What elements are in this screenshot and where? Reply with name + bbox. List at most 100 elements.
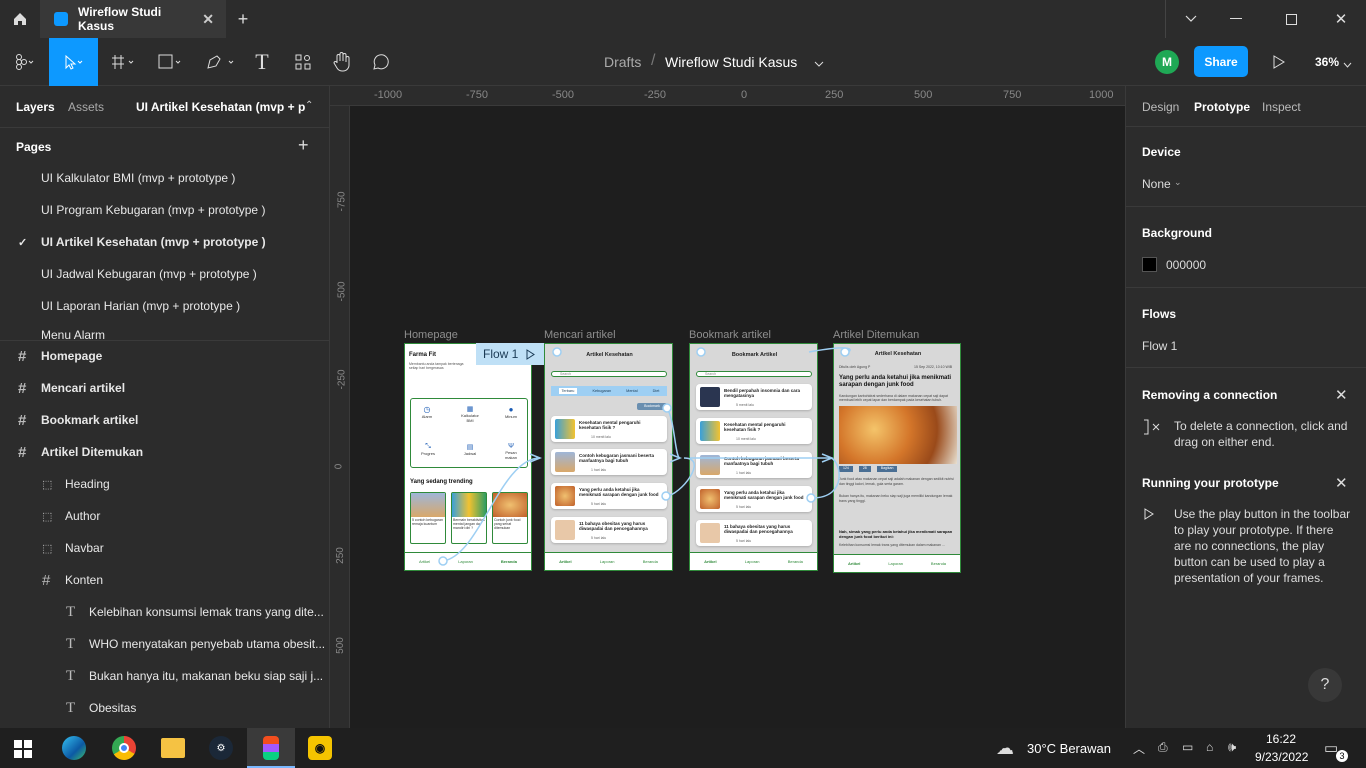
page-item[interactable]: UI Jadwal Kebugaran (mvp + prototype ) <box>0 258 329 290</box>
help-button[interactable]: ? <box>1308 668 1342 702</box>
play-icon <box>1144 508 1154 523</box>
page-item[interactable]: Menu Alarm <box>0 322 329 342</box>
tray-chevron-icon[interactable]: ︿ <box>1133 740 1145 757</box>
text-layer-icon: T <box>66 667 76 684</box>
tab-assets[interactable]: Assets <box>68 100 104 114</box>
text-layer-icon: T <box>66 635 76 652</box>
taskbar: ⚙ ◉ ☁ 30°C Berawan ︿ ⎙ ▭ ⌂ 🕪 16:22 9/23/… <box>0 728 1366 768</box>
layer-label: Artikel Ditemukan <box>41 445 144 459</box>
layer-text[interactable]: T Obesitas <box>0 692 329 724</box>
page-item-label: UI Artikel Kesehatan (mvp + prototype ) <box>41 235 266 249</box>
camera-icon[interactable]: ⎙ <box>1158 740 1168 755</box>
resources-icon[interactable] <box>291 50 315 74</box>
main-menu-icon[interactable] <box>10 50 40 74</box>
shape-tool-icon[interactable] <box>155 50 187 74</box>
layer-frame-konten[interactable]: # Konten <box>0 564 329 596</box>
zoom-chevron-icon[interactable] <box>1343 58 1352 72</box>
page-item[interactable]: UI Kalkulator BMI (mvp + prototype ) <box>0 162 329 194</box>
move-tool-icon[interactable] <box>49 38 98 86</box>
layer-frame-bookmark[interactable]: # Bookmark artikel <box>0 404 329 436</box>
tip-text: To delete a connection, click and drag o… <box>1174 419 1348 449</box>
avatar[interactable]: M <box>1155 50 1179 74</box>
share-button[interactable]: Share <box>1194 46 1248 77</box>
home-icon[interactable] <box>8 8 32 30</box>
layer-text[interactable]: T WHO menyatakan penyebab utama obesit... <box>0 628 329 660</box>
divider <box>0 127 329 128</box>
page-selector[interactable]: UI Artikel Kesehatan (mvp + p... <box>136 100 306 114</box>
breadcrumb-separator: / <box>651 52 656 69</box>
page-item[interactable]: UI Laporan Harian (mvp + prototype ) <box>0 290 329 322</box>
device-chevron-icon[interactable]: ⌄ <box>1174 177 1182 188</box>
maximize-icon[interactable] <box>1280 8 1302 30</box>
new-tab-icon[interactable]: + <box>232 8 254 30</box>
minimize-icon[interactable] <box>1225 8 1247 30</box>
layer-frame-homepage[interactable]: # Homepage <box>0 340 329 372</box>
canvas[interactable]: -1000 -750 -500 -250 0 250 500 750 1000 … <box>330 86 1125 728</box>
text-tool-icon[interactable]: T <box>250 49 274 74</box>
layer-label: Homepage <box>41 349 103 363</box>
device-select[interactable]: None <box>1142 177 1171 191</box>
layer-frame-artikel[interactable]: # Artikel Ditemukan <box>0 436 329 468</box>
close-tab-icon[interactable]: ✕ <box>202 11 214 28</box>
layer-text[interactable]: T Kelebihan konsumsi lemak trans yang dit… <box>0 596 329 628</box>
layer-group-heading[interactable]: ⬚ Heading <box>0 468 329 500</box>
tab-prototype[interactable]: Prototype <box>1194 100 1250 114</box>
layer-label: WHO menyatakan penyebab utama obesit... <box>89 637 326 651</box>
edge-browser-icon[interactable] <box>62 736 86 760</box>
figma-taskbar-item[interactable] <box>247 728 295 768</box>
layer-label: Bukan hanya itu, makanan beku siap saji … <box>89 669 324 683</box>
battery-icon[interactable]: ▭ <box>1182 740 1193 754</box>
connection-handle <box>840 347 850 357</box>
notification-badge: 3 <box>1336 750 1348 762</box>
file-tab-title: Wireflow Studi Kasus <box>78 5 162 33</box>
close-window-icon[interactable]: ✕ <box>1330 8 1352 30</box>
tab-layers[interactable]: Layers <box>16 100 55 114</box>
chevron-down-icon[interactable] <box>1180 8 1202 30</box>
connection-handle <box>662 403 672 413</box>
breadcrumb-drafts[interactable]: Drafts <box>604 54 641 70</box>
comment-tool-icon[interactable] <box>369 50 393 74</box>
properties-panel: Design Prototype Inspect Device None ⌄ B… <box>1125 86 1366 728</box>
close-tip-icon[interactable]: ✕ <box>1335 386 1348 404</box>
file-menu-chevron-icon[interactable] <box>814 57 824 71</box>
clock-time[interactable]: 16:22 <box>1266 732 1296 746</box>
zoom-level[interactable]: 36% <box>1315 55 1339 69</box>
tip-removing-connection: Removing a connection ✕ To delete a conn… <box>1126 368 1366 456</box>
file-tab[interactable]: Wireflow Studi Kasus ✕ <box>40 0 226 38</box>
hand-tool-icon[interactable] <box>330 50 354 74</box>
prototype-connections[interactable] <box>330 86 1125 728</box>
flow-item[interactable]: Flow 1 <box>1142 339 1177 353</box>
volume-icon[interactable]: 🕪 <box>1228 739 1236 755</box>
background-swatch[interactable] <box>1142 257 1157 272</box>
page-item-label: UI Jadwal Kebugaran (mvp + prototype ) <box>41 267 257 281</box>
layer-group-navbar[interactable]: ⬚ Navbar <box>0 532 329 564</box>
windows-start-icon[interactable] <box>14 740 32 761</box>
layer-frame-mencari[interactable]: # Mencari artikel <box>0 372 329 404</box>
layer-label: Heading <box>65 477 110 491</box>
weather-text[interactable]: 30°C Berawan <box>1027 741 1111 756</box>
close-tip-icon[interactable]: ✕ <box>1335 474 1348 492</box>
file-name[interactable]: Wireflow Studi Kasus <box>665 54 797 70</box>
steam-icon[interactable]: ⚙ <box>209 736 233 760</box>
present-play-icon[interactable] <box>1268 51 1290 73</box>
network-icon[interactable]: ⌂ <box>1206 740 1213 754</box>
background-hex[interactable]: 000000 <box>1166 258 1206 272</box>
tab-design[interactable]: Design <box>1142 100 1179 114</box>
add-page-icon[interactable]: + <box>298 135 309 156</box>
group-icon: ⬚ <box>42 478 52 491</box>
chevron-up-icon[interactable]: ⌃ <box>305 100 313 111</box>
file-explorer-icon[interactable] <box>161 738 185 758</box>
page-item[interactable]: UI Program Kebugaran (mvp + prototype ) <box>0 194 329 226</box>
layer-group-author[interactable]: ⬚ Author <box>0 500 329 532</box>
chrome-browser-icon[interactable] <box>112 736 136 760</box>
tip-text: Use the play button in the toolbar to pl… <box>1174 507 1351 585</box>
frame-tool-icon[interactable] <box>108 50 140 74</box>
app-icon[interactable]: ◉ <box>308 736 332 760</box>
pen-tool-icon[interactable] <box>202 50 238 74</box>
layer-text[interactable]: T Bukan hanya itu, makanan beku siap saji… <box>0 660 329 692</box>
disconnect-icon <box>1142 418 1162 436</box>
page-item-active[interactable]: ✓ UI Artikel Kesehatan (mvp + prototype ) <box>0 226 329 258</box>
clock-date[interactable]: 9/23/2022 <box>1255 750 1308 764</box>
background-section: Background 000000 <box>1126 207 1366 288</box>
tab-inspect[interactable]: Inspect <box>1262 100 1301 114</box>
